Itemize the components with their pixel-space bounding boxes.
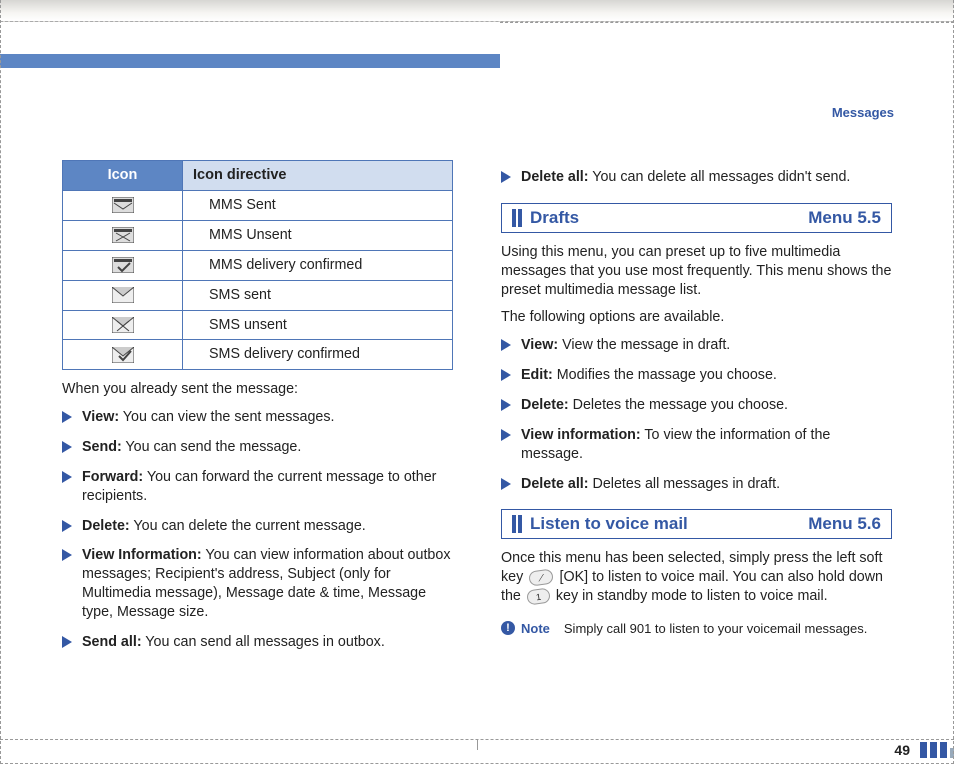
note-text: Simply call 901 to listen to your voicem… [564, 620, 867, 637]
option-term: Send all: [82, 634, 142, 650]
mms-delivery-confirmed-icon [112, 257, 134, 273]
option-term: Delete all: [521, 476, 589, 492]
list-item: Delete: Deletes the message you choose. [501, 396, 892, 415]
key-1-icon: 1 [526, 587, 551, 605]
page-header-band [0, 0, 954, 90]
sms-unsent-icon [112, 317, 134, 333]
voicemail-section-header: Listen to voice mail Menu 5.6 [501, 509, 892, 539]
section-title: Listen to voice mail [530, 513, 808, 535]
option-term: View Information: [82, 547, 202, 563]
blue-tab [0, 54, 500, 68]
list-item: View: You can view the sent messages. [62, 408, 453, 427]
note-row: ! Note Simply call 901 to listen to your… [501, 620, 892, 637]
option-term: View: [82, 409, 119, 425]
option-term: Delete all: [521, 169, 589, 185]
section-menu-ref: Menu 5.5 [808, 207, 881, 229]
icon-directive: SMS unsent [183, 310, 453, 340]
list-item: Edit: Modifies the massage you choose. [501, 366, 892, 385]
right-column: Delete all: You can delete all messages … [501, 160, 892, 730]
section-title: Drafts [530, 207, 808, 229]
option-desc: You can delete all messages didn't send. [589, 169, 851, 185]
drafts-option-list: View: View the message in draft. Edit: M… [501, 336, 892, 493]
option-desc: Deletes the message you choose. [569, 397, 788, 413]
top-left-band [0, 22, 500, 56]
option-desc: Modifies the massage you choose. [553, 367, 777, 383]
mms-unsent-icon [112, 227, 134, 243]
icon-directive: MMS Unsent [183, 220, 453, 250]
icon-table-header-icon: Icon [63, 161, 183, 191]
sms-delivery-confirmed-icon [112, 347, 134, 363]
section-bars-icon [512, 515, 522, 533]
right-top-list: Delete all: You can delete all messages … [501, 168, 892, 187]
voicemail-key1: [OK] [560, 569, 589, 585]
list-item: View information: To view the informatio… [501, 426, 892, 464]
option-term: Forward: [82, 469, 143, 485]
list-item: Delete all: You can delete all messages … [501, 168, 892, 187]
option-term: View: [521, 337, 558, 353]
top-gradient [0, 0, 954, 22]
left-intro: When you already sent the message: [62, 380, 453, 399]
option-desc: You can send the message. [122, 439, 302, 455]
list-item: Send all: You can send all messages in o… [62, 633, 453, 652]
section-menu-ref: Menu 5.6 [808, 513, 881, 535]
option-term: Send: [82, 439, 122, 455]
mms-sent-icon [112, 197, 134, 213]
option-desc: You can delete the current message. [130, 518, 366, 534]
section-bars-icon [512, 209, 522, 227]
list-item: View: View the message in draft. [501, 336, 892, 355]
icon-table: Icon Icon directive MMS Sent MMS Unsent [62, 160, 453, 370]
list-item: View Information: You can view informati… [62, 546, 453, 621]
softkey-icon: ⟋ [528, 568, 554, 586]
option-term: Edit: [521, 367, 553, 383]
list-item: Delete: You can delete the current messa… [62, 517, 453, 536]
list-item: Delete all: Deletes all messages in draf… [501, 475, 892, 494]
note-badge-icon: ! [501, 621, 515, 635]
section-label: Messages [832, 105, 894, 120]
list-item: Send: You can send the message. [62, 438, 453, 457]
table-row: MMS Sent [63, 191, 453, 221]
footer-tick [477, 740, 478, 750]
option-term: Delete: [82, 518, 130, 534]
option-term: View information: [521, 427, 641, 443]
top-dashed-right [500, 22, 954, 23]
option-term: Delete: [521, 397, 569, 413]
table-row: MMS Unsent [63, 220, 453, 250]
icon-directive: MMS Sent [183, 191, 453, 221]
option-desc: View the message in draft. [558, 337, 730, 353]
icon-directive: SMS delivery confirmed [183, 340, 453, 370]
drafts-para-1: Using this menu, you can preset up to fi… [501, 243, 892, 300]
table-row: MMS delivery confirmed [63, 250, 453, 280]
note-label: Note [521, 620, 550, 637]
drafts-section-header: Drafts Menu 5.5 [501, 203, 892, 233]
icon-directive: MMS delivery confirmed [183, 250, 453, 280]
option-desc: You can view the sent messages. [119, 409, 334, 425]
voicemail-text-c: key in standby mode to listen to voice m… [556, 588, 828, 604]
option-desc: You can send all messages in outbox. [142, 634, 385, 650]
option-desc: Deletes all messages in draft. [589, 476, 781, 492]
sms-sent-icon [112, 287, 134, 303]
table-row: SMS unsent [63, 310, 453, 340]
left-column: Icon Icon directive MMS Sent MMS Unsent [62, 160, 453, 730]
voicemail-para: Once this menu has been selected, simply… [501, 549, 892, 606]
footer-stripes-icon [920, 742, 954, 758]
icon-directive: SMS sent [183, 280, 453, 310]
table-row: SMS delivery confirmed [63, 340, 453, 370]
icon-table-header-directive: Icon directive [183, 161, 453, 191]
table-row: SMS sent [63, 280, 453, 310]
page-number: 49 [894, 742, 910, 758]
drafts-para-2: The following options are available. [501, 308, 892, 327]
list-item: Forward: You can forward the current mes… [62, 468, 453, 506]
left-option-list: View: You can view the sent messages. Se… [62, 408, 453, 652]
